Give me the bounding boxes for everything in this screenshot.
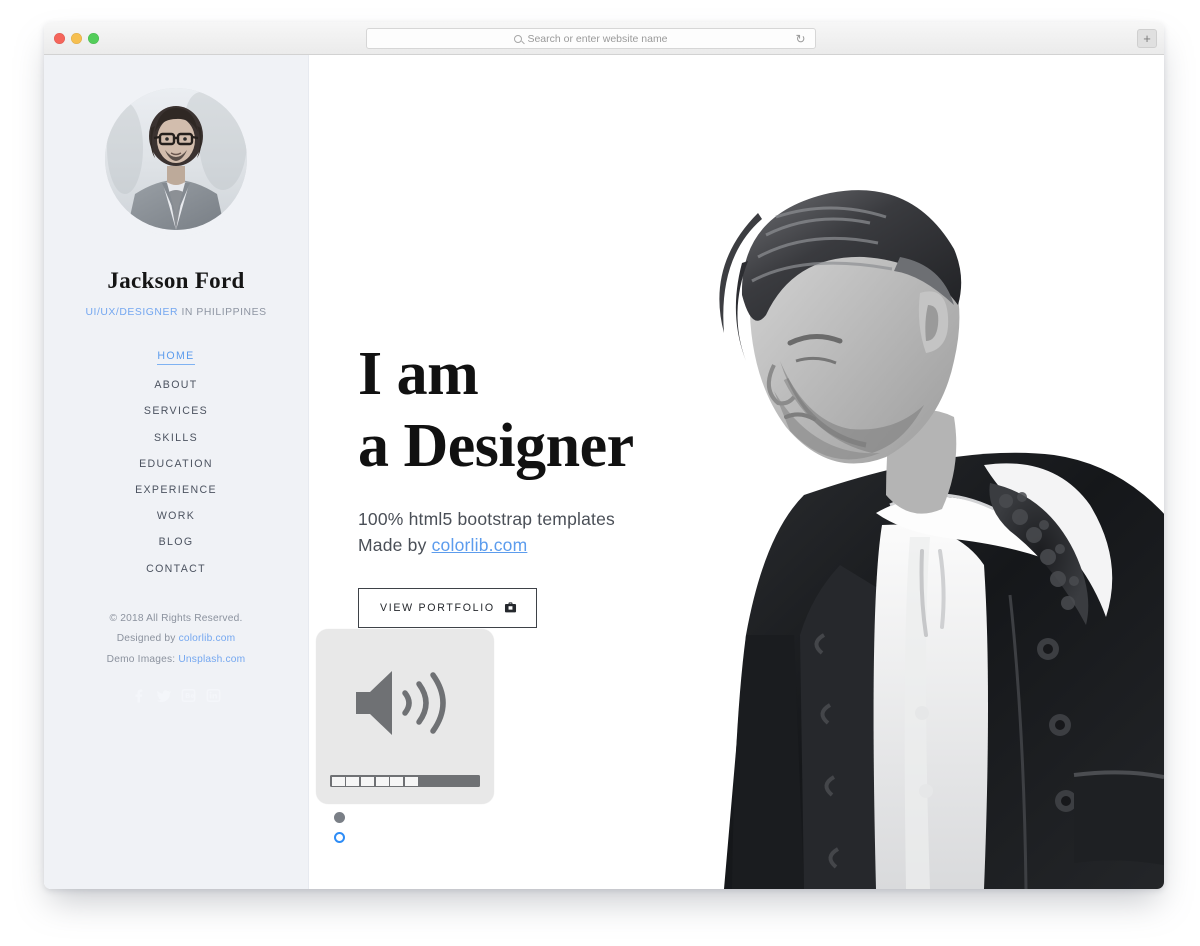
volume-segment xyxy=(420,777,433,786)
designed-by-line: Designed by colorlib.com xyxy=(44,629,308,650)
page-viewport: Jackson Ford UI/UX/DESIGNER IN PHILIPPIN… xyxy=(44,55,1164,889)
reload-icon[interactable]: ↻ xyxy=(794,32,807,46)
maximize-window-button[interactable] xyxy=(88,33,99,44)
profile-role-accent: UI/UX/DESIGNER xyxy=(85,307,179,318)
volume-segment xyxy=(375,776,389,786)
window-controls xyxy=(54,33,99,44)
address-bar[interactable]: Search or enter website name ↻ xyxy=(366,28,816,49)
volume-level-bar[interactable] xyxy=(330,775,480,787)
sidebar-item-blog[interactable]: BLOG xyxy=(44,536,308,548)
volume-segment xyxy=(346,776,360,786)
sidebar-item-contact[interactable]: CONTACT xyxy=(44,563,308,575)
sidebar-item-services[interactable]: SERVICES xyxy=(44,405,308,417)
volume-segment xyxy=(390,776,404,786)
carousel-dot-1[interactable] xyxy=(334,812,345,823)
profile-role-rest: IN PHILIPPINES xyxy=(178,307,267,318)
sidebar-item-skills[interactable]: SKILLS xyxy=(44,432,308,444)
address-bar-content: Search or enter website name xyxy=(514,33,668,45)
hero-subtitle: 100% html5 bootstrap templates Made by c… xyxy=(358,506,634,558)
sidebar-item-about[interactable]: ABOUT xyxy=(44,379,308,391)
browser-titlebar: Search or enter website name ↻ + xyxy=(44,22,1164,55)
carousel-dot-2[interactable] xyxy=(334,832,345,843)
volume-segment xyxy=(360,776,375,786)
main-nav: HOME ABOUT SERVICES SKILLS EDUCATION EXP… xyxy=(44,346,308,575)
close-window-button[interactable] xyxy=(54,33,65,44)
hero-copy: I am a Designer 100% html5 bootstrap tem… xyxy=(358,338,634,628)
demo-images-line: Demo Images: Unsplash.com xyxy=(44,650,308,671)
hero-title-line-1: I am xyxy=(358,340,479,408)
twitter-icon[interactable] xyxy=(156,688,171,703)
hero-colorlib-link[interactable]: colorlib.com xyxy=(432,535,528,555)
speaker-volume-icon xyxy=(316,663,494,743)
page-title: Jackson Ford xyxy=(107,268,245,293)
sidebar-item-experience[interactable]: EXPERIENCE xyxy=(44,484,308,496)
sidebar: Jackson Ford UI/UX/DESIGNER IN PHILIPPIN… xyxy=(44,55,309,889)
avatar xyxy=(105,88,247,230)
volume-segment xyxy=(404,776,419,786)
volume-osd-overlay xyxy=(316,629,494,804)
carousel-dots xyxy=(334,812,345,843)
hero-portrait-photo xyxy=(654,165,1164,889)
designed-by-label: Designed by xyxy=(116,633,179,644)
view-portfolio-label: VIEW PORTFOLIO xyxy=(380,602,495,614)
unsplash-link[interactable]: Unsplash.com xyxy=(178,654,245,665)
search-input[interactable]: Search or enter website name xyxy=(527,33,667,45)
colorlib-link[interactable]: colorlib.com xyxy=(179,633,236,644)
sidebar-footer: © 2018 All Rights Reserved. Designed by … xyxy=(44,609,308,671)
sidebar-item-work[interactable]: WORK xyxy=(44,510,308,522)
sidebar-item-education[interactable]: EDUCATION xyxy=(44,458,308,470)
new-tab-button[interactable]: + xyxy=(1137,29,1157,48)
search-icon xyxy=(514,34,523,43)
hero-title: I am a Designer xyxy=(358,338,634,482)
hero-title-line-2: a Designer xyxy=(358,412,634,480)
minimize-window-button[interactable] xyxy=(71,33,82,44)
briefcase-icon xyxy=(504,602,517,614)
volume-segment xyxy=(449,777,462,786)
copyright-text: © 2018 All Rights Reserved. xyxy=(109,612,243,624)
behance-icon[interactable] xyxy=(181,688,196,703)
hero-subtitle-prefix: Made by xyxy=(358,535,432,555)
nav-row-home: HOME xyxy=(44,346,308,365)
view-portfolio-button[interactable]: VIEW PORTFOLIO xyxy=(358,588,537,628)
profile-role: UI/UX/DESIGNER IN PHILIPPINES xyxy=(44,307,308,318)
volume-segment xyxy=(434,777,447,786)
demo-images-label: Demo Images: xyxy=(106,653,179,665)
hero-subtitle-line-1: 100% html5 bootstrap templates xyxy=(358,509,615,529)
sidebar-item-home[interactable]: HOME xyxy=(157,350,195,365)
volume-segment xyxy=(464,777,477,786)
linkedin-icon[interactable] xyxy=(206,688,221,703)
hero-section: I am a Designer 100% html5 bootstrap tem… xyxy=(309,55,1164,889)
volume-segment xyxy=(331,776,345,786)
browser-window: Search or enter website name ↻ + Jackson… xyxy=(44,22,1164,889)
facebook-icon[interactable] xyxy=(131,688,146,703)
social-links xyxy=(44,688,308,703)
